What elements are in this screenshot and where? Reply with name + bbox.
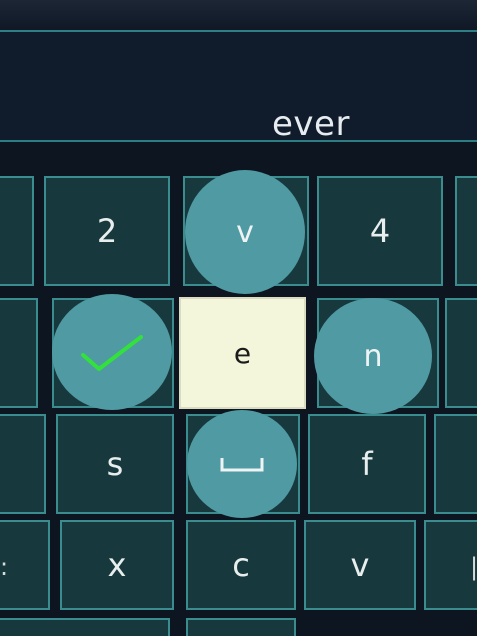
bubble-label: n <box>363 338 383 374</box>
bubble-down-space[interactable] <box>187 410 297 518</box>
key-label: s <box>106 445 124 483</box>
bubble-label: v <box>236 214 254 250</box>
key-4[interactable]: 4 <box>317 176 443 286</box>
focused-key-e[interactable]: e <box>179 297 306 409</box>
typed-text: ever <box>272 104 350 144</box>
check-icon <box>81 335 143 371</box>
key-label: c <box>232 546 250 584</box>
edge-glyph-left: : <box>0 553 9 581</box>
key-partial-right[interactable] <box>455 176 477 286</box>
onscreen-keyboard: ever 2 4 s f x c v e v n : | <box>0 0 477 636</box>
key-f[interactable]: f <box>308 414 426 514</box>
key-partial-right-2[interactable] <box>445 298 477 408</box>
key-partial-left-3[interactable] <box>0 414 46 514</box>
key-partial-left-2[interactable] <box>0 298 38 408</box>
key-label: 4 <box>369 212 391 250</box>
key-2[interactable]: 2 <box>44 176 170 286</box>
key-label: v <box>350 546 370 584</box>
key-c[interactable]: c <box>186 520 296 610</box>
key-row5-left[interactable] <box>0 618 170 636</box>
bubble-right-n[interactable]: n <box>314 298 432 414</box>
key-x[interactable]: x <box>60 520 174 610</box>
key-row5-mid[interactable] <box>186 618 296 636</box>
focused-key-label: e <box>233 336 252 370</box>
key-partial-left[interactable] <box>0 176 34 286</box>
key-s[interactable]: s <box>56 414 174 514</box>
text-input-bar: ever <box>0 32 477 144</box>
bubble-up-v[interactable]: v <box>185 170 305 294</box>
top-bar <box>0 0 477 32</box>
key-v[interactable]: v <box>304 520 416 610</box>
bubble-left-confirm[interactable] <box>52 294 172 410</box>
key-label: x <box>107 546 127 584</box>
key-label: f <box>361 445 373 483</box>
edge-glyph-right: | <box>470 553 477 581</box>
key-partial-right-3[interactable] <box>434 414 477 514</box>
key-label: 2 <box>96 212 118 250</box>
space-bar-icon <box>220 458 264 472</box>
